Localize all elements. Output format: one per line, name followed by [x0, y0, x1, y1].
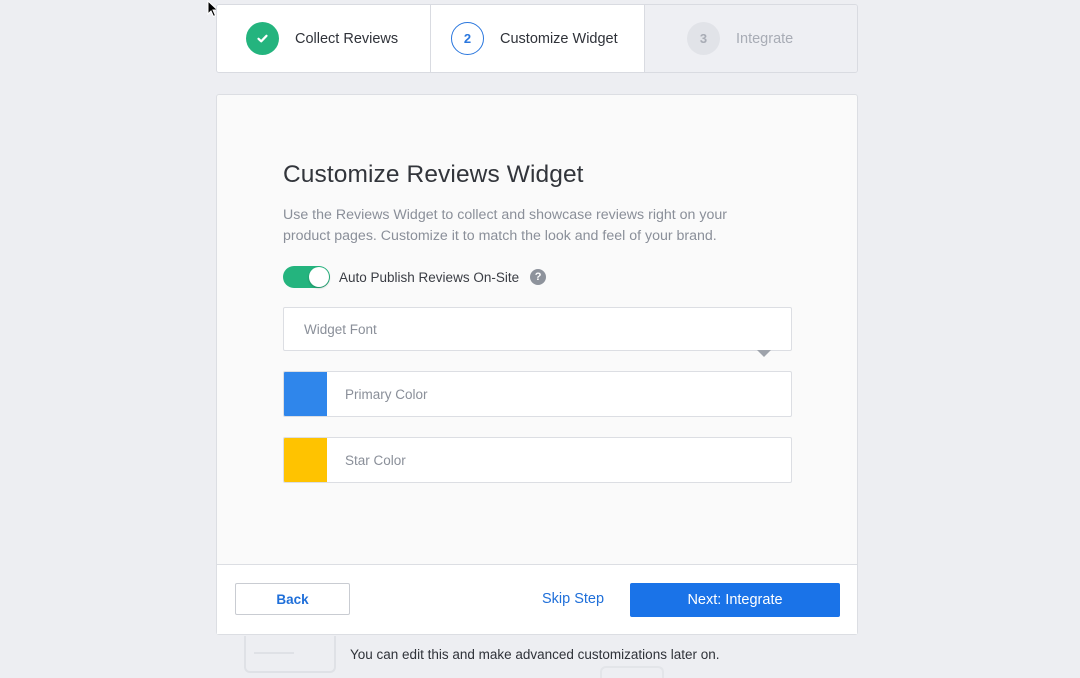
step-number: 2 — [451, 22, 484, 55]
primary-color-field[interactable]: Primary Color — [283, 371, 792, 417]
help-icon[interactable]: ? — [530, 269, 547, 285]
auto-publish-toggle[interactable] — [283, 266, 330, 288]
primary-color-swatch[interactable] — [284, 372, 327, 416]
back-button[interactable]: Back — [235, 583, 350, 615]
star-color-field[interactable]: Star Color — [283, 437, 792, 483]
primary-color-label: Primary Color — [345, 386, 428, 402]
toggle-knob — [309, 267, 329, 287]
customize-widget-card: Customize Reviews Widget Use the Reviews… — [216, 94, 858, 635]
card-footer: Back Skip Step Next: Integrate — [217, 564, 857, 634]
star-color-swatch[interactable] — [284, 438, 327, 482]
card-description: Use the Reviews Widget to collect and sh… — [283, 207, 727, 244]
auto-publish-label: Auto Publish Reviews On-Site — [339, 269, 520, 285]
skip-step-link[interactable]: Skip Step — [542, 591, 604, 607]
footer-note: You can edit this and make advanced cust… — [350, 647, 720, 662]
step-label: Customize Widget — [500, 30, 618, 47]
background-illustration — [600, 666, 664, 678]
page-title: Customize Reviews Widget — [283, 161, 584, 188]
step-label: Integrate — [736, 30, 794, 47]
step-integrate: 3 Integrate — [645, 5, 857, 72]
next-integrate-button[interactable]: Next: Integrate — [630, 583, 840, 617]
chat-bubble-illustration — [244, 636, 336, 673]
star-color-label: Star Color — [345, 452, 406, 468]
dropdown-caret-icon — [757, 350, 771, 357]
progress-stepper: Collect Reviews 2 Customize Widget 3 Int… — [216, 4, 858, 73]
step-number: 3 — [687, 22, 720, 55]
step-customize-widget[interactable]: 2 Customize Widget — [431, 5, 645, 72]
widget-font-placeholder: Widget Font — [304, 322, 377, 337]
step-label: Collect Reviews — [295, 30, 399, 47]
widget-font-select[interactable]: Widget Font — [283, 307, 792, 357]
check-icon — [246, 22, 279, 55]
step-collect-reviews[interactable]: Collect Reviews — [217, 5, 431, 72]
auto-publish-row: Auto Publish Reviews On-Site ? — [283, 266, 547, 288]
